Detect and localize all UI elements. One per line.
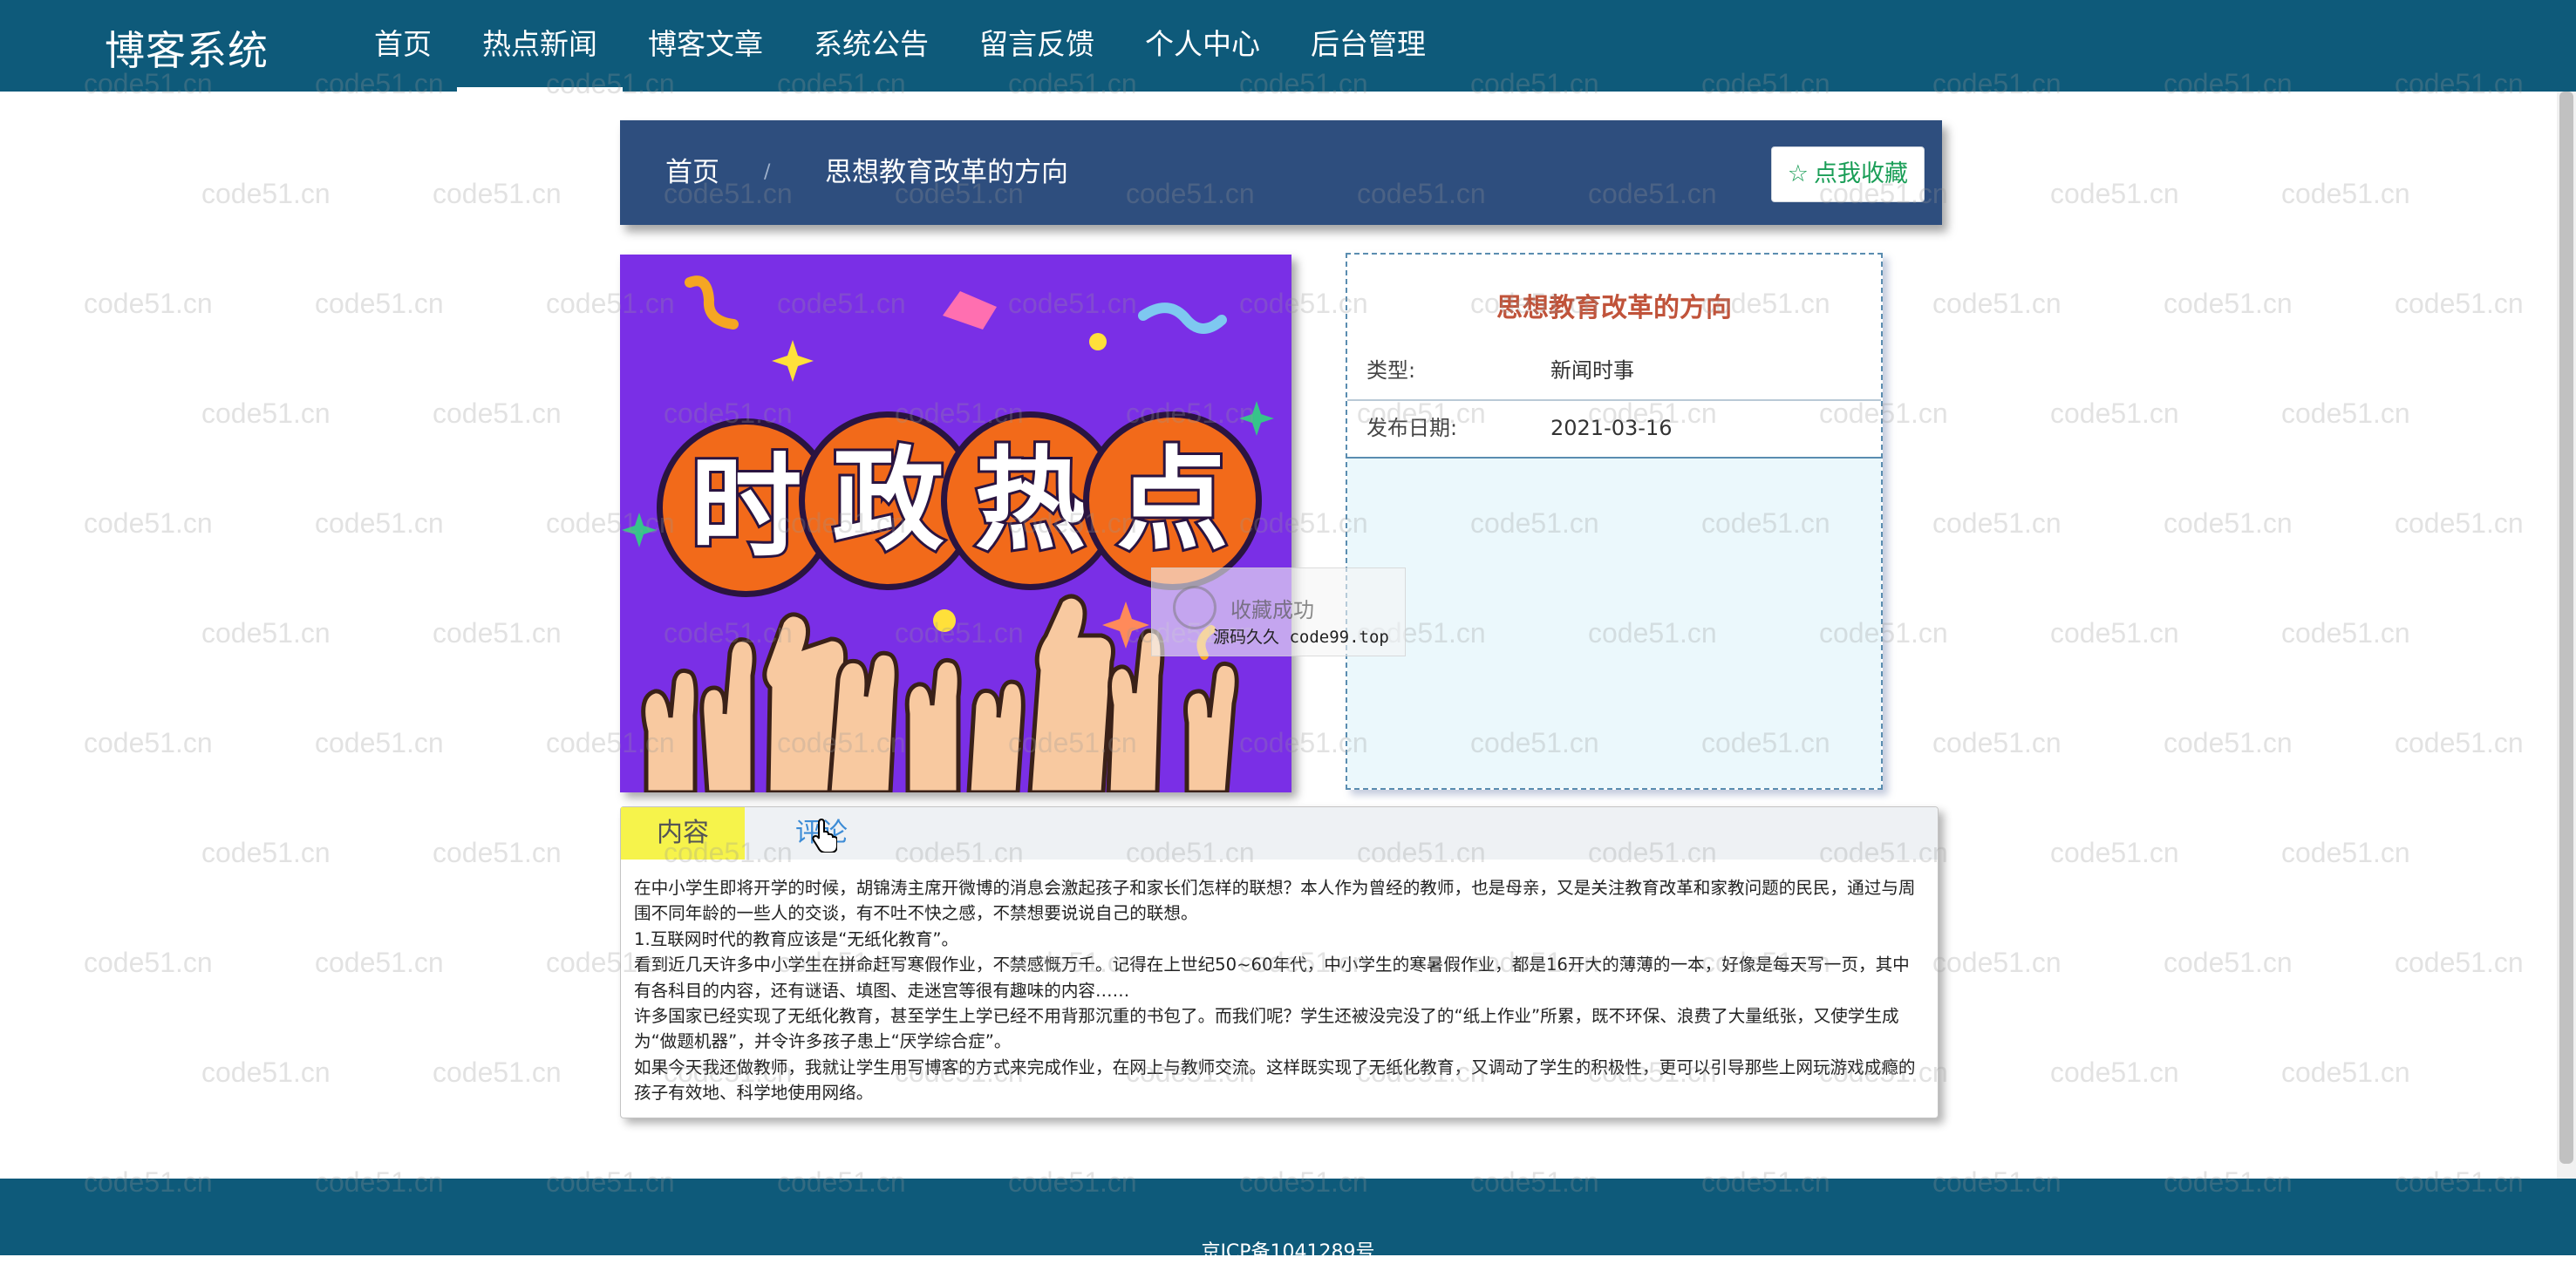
nav-item-profile[interactable]: 个人中心	[1120, 0, 1285, 92]
hero-char-3: 热	[971, 435, 1088, 566]
breadcrumb-current: 思想教育改革的方向	[825, 157, 1068, 188]
type-value: 新闻时事	[1550, 358, 1634, 383]
watermark-text: code51.cn	[2281, 398, 2410, 429]
article-paragraph: 如果今天我还做教师，我就让学生用写博客的方式来完成作业，在网上与教师交流。这样既…	[634, 1057, 1916, 1104]
nav-item-blog-articles[interactable]: 博客文章	[623, 0, 788, 92]
nav-item-hot-news[interactable]: 热点新闻	[457, 0, 623, 92]
content-tabs: 内容 评论	[621, 807, 1938, 860]
article-paragraph: 在中小学生即将开学的时候，胡锦涛主席开微博的消息会激起孩子和家长们怎样的联想？本…	[634, 878, 1916, 924]
hero-char-4: 点	[1114, 435, 1230, 566]
favorite-button[interactable]: ☆ 点我收藏	[1770, 146, 1925, 202]
article-content-box: 内容 评论 在中小学生即将开学的时候，胡锦涛主席开微博的消息会激起孩子和家长们怎…	[620, 806, 1939, 1118]
nav-menu: 首页 热点新闻 博客文章 系统公告 留言反馈 个人中心 后台管理	[349, 0, 1451, 92]
breadcrumb: 首页 / 思想教育改革的方向 ☆ 点我收藏	[620, 120, 1942, 225]
tab-content[interactable]: 内容	[621, 807, 745, 860]
info-empty-area	[1347, 459, 1881, 788]
watermark-text: code51.cn	[201, 837, 331, 868]
watermark-text: code51.cn	[315, 507, 444, 539]
watermark-text: code51.cn	[201, 1057, 331, 1088]
icp-record[interactable]: 京ICP备1041289号	[0, 1236, 2576, 1264]
nav-item-feedback[interactable]: 留言反馈	[954, 0, 1120, 92]
watermark-text: code51.cn	[2395, 288, 2524, 319]
watermark-text: code51.cn	[1932, 947, 2061, 978]
watermark-text: code51.cn	[1932, 507, 2061, 539]
nav-item-home[interactable]: 首页	[349, 0, 457, 92]
date-label: 发布日期:	[1366, 416, 1458, 440]
watermark-text: code51.cn	[2281, 837, 2410, 868]
watermark-text: code51.cn	[1932, 727, 2061, 758]
info-row-type: 类型: 新闻时事	[1347, 342, 1881, 399]
watermark-text: code51.cn	[2164, 727, 2293, 758]
favorite-button-label: 点我收藏	[1814, 160, 1908, 187]
watermark-text: code51.cn	[2281, 1057, 2410, 1088]
nav-item-admin[interactable]: 后台管理	[1285, 0, 1451, 92]
watermark-text: code51.cn	[2395, 507, 2524, 539]
watermark-text: code51.cn	[84, 727, 213, 758]
watermark-text: code51.cn	[2395, 727, 2524, 758]
article-info-panel: 思想教育改革的方向 类型: 新闻时事 发布日期: 2021-03-16	[1346, 253, 1883, 790]
article-paragraph: 1.互联网时代的教育应该是“无纸化教育”。	[634, 928, 959, 949]
breadcrumb-home-link[interactable]: 首页	[665, 120, 719, 225]
breadcrumb-separator: /	[764, 161, 771, 183]
watermark-text: code51.cn	[84, 288, 213, 319]
footer: 京ICP备1041289号	[0, 1179, 2576, 1263]
watermark-text: code51.cn	[2050, 398, 2179, 429]
watermark-text: code51.cn	[433, 837, 562, 868]
news-cover-image: 时 政 热 点	[620, 255, 1291, 792]
watermark-text: code51.cn	[315, 288, 444, 319]
type-label: 类型:	[1366, 358, 1416, 383]
watermark-text: code51.cn	[2050, 178, 2179, 209]
hero-char-2: 政	[829, 435, 946, 566]
watermark-text: code51.cn	[2164, 947, 2293, 978]
article-paragraph: 看到近几天许多中小学生在拼命赶写寒假作业，不禁感慨万千。记得在上世纪50~60年…	[634, 955, 1910, 1001]
watermark-text: code51.cn	[433, 398, 562, 429]
nav-item-announcements[interactable]: 系统公告	[788, 0, 954, 92]
watermark-text: code51.cn	[84, 507, 213, 539]
watermark-text: code51.cn	[2050, 837, 2179, 868]
toast-text: 收藏成功	[1230, 598, 1314, 622]
watermark-text: code51.cn	[2281, 617, 2410, 649]
watermark-text: code51.cn	[2050, 617, 2179, 649]
watermark-text: code51.cn	[2281, 178, 2410, 209]
watermark-text: code51.cn	[201, 398, 331, 429]
article-body: 在中小学生即将开学的时候，胡锦涛主席开微博的消息会激起孩子和家长们怎样的联想？本…	[634, 875, 1920, 1106]
watermark-text: code51.cn	[201, 178, 331, 209]
top-nav: 博客系统 首页 热点新闻 博客文章 系统公告 留言反馈 个人中心 后台管理	[0, 0, 2576, 92]
watermark-text: code51.cn	[2395, 947, 2524, 978]
watermark-text: code51.cn	[433, 178, 562, 209]
smile-icon	[1173, 586, 1216, 629]
brand-logo[interactable]: 博客系统	[105, 19, 269, 77]
hero-char-1: 时	[687, 442, 804, 573]
toast-message: 收藏成功 源码久久 code99.top	[1151, 567, 1406, 656]
watermark-text: code51.cn	[433, 617, 562, 649]
watermark-text: code51.cn	[2164, 507, 2293, 539]
watermark-text: code51.cn	[315, 727, 444, 758]
toast-source: 源码久久 code99.top	[1213, 628, 1389, 647]
scrollbar-thumb[interactable]	[2559, 92, 2573, 1164]
watermark-text: code51.cn	[315, 947, 444, 978]
hero-circle-4: 点	[1083, 411, 1262, 590]
vertical-scrollbar[interactable]	[2557, 92, 2576, 1179]
article-title: 思想教育改革的方向	[1496, 293, 1732, 323]
watermark-text: code51.cn	[84, 947, 213, 978]
watermark-text: code51.cn	[433, 1057, 562, 1088]
watermark-text: code51.cn	[1932, 288, 2061, 319]
watermark-text: code51.cn	[2050, 1057, 2179, 1088]
star-outline-icon: ☆	[1787, 160, 1809, 187]
watermark-text: code51.cn	[201, 617, 331, 649]
article-paragraph: 许多国家已经实现了无纸化教育，甚至学生上学已经不用背那沉重的书包了。而我们呢？学…	[634, 1006, 1899, 1052]
date-value: 2021-03-16	[1550, 416, 1673, 440]
info-row-date: 发布日期: 2021-03-16	[1347, 399, 1881, 457]
hand-cursor-icon	[812, 818, 837, 853]
watermark-text: code51.cn	[2164, 288, 2293, 319]
